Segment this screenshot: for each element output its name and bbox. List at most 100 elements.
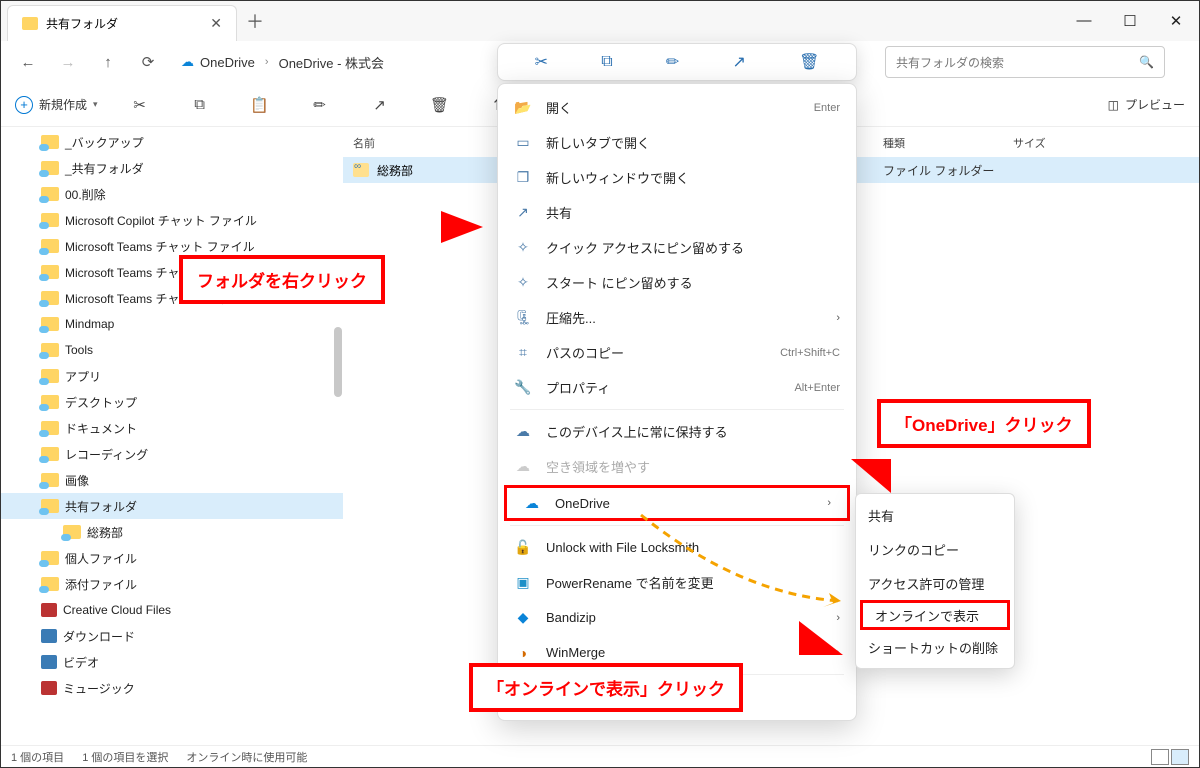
crumb-company[interactable]: OneDrive - 株式会 — [279, 53, 384, 72]
menu-copy-path[interactable]: ⌗パスのコピーCtrl+Shift+C — [498, 335, 856, 370]
chevron-right-icon: › — [265, 56, 269, 68]
preview-button[interactable]: ◫ プレビュー — [1108, 96, 1185, 113]
up-button[interactable]: ↑ — [91, 45, 125, 79]
menu-open-new-tab[interactable]: ▭新しいタブで開く — [498, 125, 856, 160]
forward-button[interactable]: → — [51, 45, 85, 79]
menu-open[interactable]: 📂開くEnter — [498, 90, 856, 125]
submenu-delete-shortcut[interactable]: ショートカットの削除 — [856, 630, 1014, 664]
window-controls: — ☐ ✕ — [1061, 12, 1199, 30]
callout-onedrive: 「OneDrive」クリック — [877, 399, 1091, 448]
folder-icon — [41, 499, 59, 513]
tree-item[interactable]: Microsoft Copilot チャット ファイル — [1, 207, 343, 233]
new-button[interactable]: + 新規作成 ▾ — [15, 96, 98, 114]
tree-item[interactable]: ダウンロード — [1, 623, 343, 649]
tree-item[interactable]: デスクトップ — [1, 389, 343, 415]
tree-scrollbar[interactable] — [333, 127, 343, 747]
folder-icon — [41, 447, 59, 461]
menu-properties[interactable]: 🔧プロパティAlt+Enter — [498, 370, 856, 405]
share-button[interactable]: ↗ — [362, 90, 398, 120]
delete-icon[interactable]: 🗑 — [799, 52, 819, 72]
onedrive-submenu: 共有 リンクのコピー アクセス許可の管理 オンラインで表示 ショートカットの削除 — [855, 493, 1015, 669]
view-details-icon[interactable] — [1171, 749, 1189, 765]
folder-icon — [41, 603, 57, 617]
folder-icon — [41, 655, 57, 669]
tree-item[interactable]: ミュージック — [1, 675, 343, 701]
menu-share[interactable]: ↗共有 — [498, 195, 856, 230]
tree-item[interactable]: 添付ファイル — [1, 571, 343, 597]
cut-button[interactable]: ✂ — [122, 90, 158, 120]
tree-item[interactable]: 個人ファイル — [1, 545, 343, 571]
tree-item-label: レコーディング — [65, 446, 148, 463]
nav-tree[interactable]: _バックアップ_共有フォルダ 00.削除 Microsoft Copilot チャッ… — [1, 127, 343, 747]
tree-item[interactable]: _バックアップ — [1, 129, 343, 155]
tree-item[interactable]: 00.削除 — [1, 181, 343, 207]
tree-item-label: アプリ — [65, 368, 101, 385]
preview-icon: ◫ — [1108, 98, 1119, 112]
rename-icon[interactable]: ✏ — [666, 52, 679, 72]
col-type[interactable]: 種類 — [883, 135, 1013, 151]
window-tab[interactable]: 共有フォルダ ✕ — [7, 5, 237, 41]
crumb-onedrive[interactable]: OneDrive — [200, 55, 255, 70]
tree-item[interactable]: 共有フォルダ — [1, 493, 343, 519]
pin-icon: ✧ — [514, 239, 532, 256]
tree-item-label: 画像 — [65, 472, 89, 489]
maximize-button[interactable]: ☐ — [1107, 12, 1153, 30]
dashed-arrow — [631, 505, 861, 615]
view-list-icon[interactable] — [1151, 749, 1169, 765]
tree-item[interactable]: _共有フォルダ — [1, 155, 343, 181]
folder-icon — [41, 317, 59, 331]
cut-icon[interactable]: ✂ — [535, 52, 548, 72]
delete-button[interactable]: 🗑 — [422, 90, 458, 120]
search-input[interactable]: 共有フォルダの検索 🔍 — [885, 46, 1165, 78]
menu-pin-start[interactable]: ✧スタート にピン留めする — [498, 265, 856, 300]
folder-open-icon: 📂 — [514, 99, 532, 116]
submenu-copy-link[interactable]: リンクのコピー — [856, 532, 1014, 566]
folder-icon — [41, 629, 57, 643]
menu-pin-quickaccess[interactable]: ✧クイック アクセスにピン留めする — [498, 230, 856, 265]
menu-keep-on-device[interactable]: ☁このデバイス上に常に保持する — [498, 414, 856, 449]
tree-item[interactable]: アプリ — [1, 363, 343, 389]
tree-item[interactable]: ビデオ — [1, 649, 343, 675]
col-size[interactable]: サイズ — [1013, 135, 1093, 151]
tree-item[interactable]: Mindmap — [1, 311, 343, 337]
close-button[interactable]: ✕ — [1153, 12, 1199, 30]
tree-item[interactable]: Creative Cloud Files — [1, 597, 343, 623]
tree-item-label: 00.削除 — [65, 186, 106, 203]
submenu-share[interactable]: 共有 — [856, 498, 1014, 532]
arrow-view-online — [799, 621, 843, 655]
tree-item-label: デスクトップ — [65, 394, 137, 411]
share-icon[interactable]: ↗ — [732, 52, 745, 72]
copy-button[interactable]: ⧉ — [182, 90, 218, 120]
folder-icon — [63, 525, 81, 539]
tree-item[interactable]: 画像 — [1, 467, 343, 493]
new-tab-button[interactable]: ＋ — [237, 8, 273, 34]
tree-item[interactable]: ドキュメント — [1, 415, 343, 441]
archive-icon: 🗜 — [514, 309, 532, 326]
cloud-check-icon: ☁ — [514, 423, 532, 440]
tree-item[interactable]: 総務部 — [1, 519, 343, 545]
close-tab-icon[interactable]: ✕ — [210, 15, 222, 32]
minimize-button[interactable]: — — [1061, 12, 1107, 30]
status-bar: 1 個の項目 1 個の項目を選択 オンライン時に使用可能 — [1, 745, 1199, 767]
paste-button[interactable]: 📋 — [242, 90, 278, 120]
folder-icon — [41, 161, 59, 175]
rename-button[interactable]: ✏ — [302, 90, 338, 120]
tree-item[interactable]: Tools — [1, 337, 343, 363]
menu-compress[interactable]: 🗜圧縮先...› — [498, 300, 856, 335]
folder-icon — [41, 265, 59, 279]
copy-icon[interactable]: ⧉ — [601, 53, 612, 71]
cloud-icon: ☁ — [181, 54, 194, 70]
menu-open-new-window[interactable]: ❐新しいウィンドウで開く — [498, 160, 856, 195]
tree-item-label: ビデオ — [63, 654, 99, 671]
submenu-view-online[interactable]: オンラインで表示 — [860, 600, 1010, 630]
refresh-button[interactable]: ⟳ — [131, 45, 165, 79]
lock-icon: 🔓 — [514, 539, 532, 556]
action-toolbar: ✂ ⧉ ✏ ↗ 🗑 — [497, 43, 857, 81]
back-button[interactable]: ← — [11, 45, 45, 79]
tree-item[interactable]: レコーディング — [1, 441, 343, 467]
submenu-permissions[interactable]: アクセス許可の管理 — [856, 566, 1014, 600]
pin-start-icon: ✧ — [514, 274, 532, 291]
folder-icon — [41, 291, 59, 305]
linked-folder-icon — [353, 163, 369, 177]
folder-icon — [41, 343, 59, 357]
